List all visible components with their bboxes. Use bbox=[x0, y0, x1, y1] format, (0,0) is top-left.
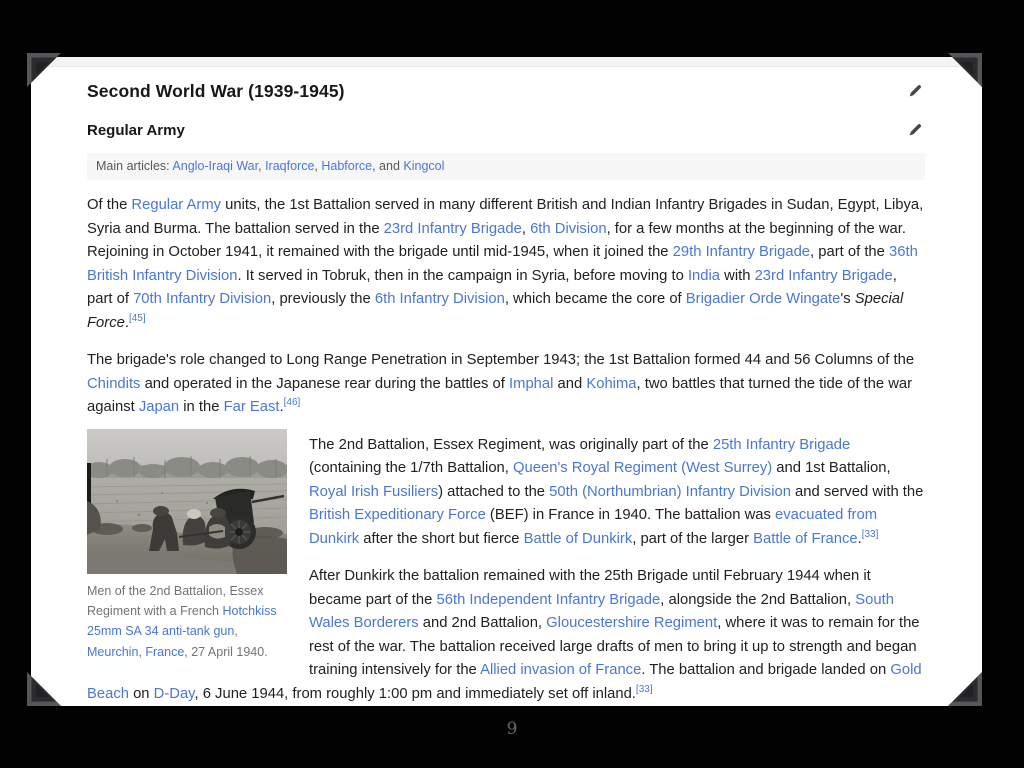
reference-marker: [33] bbox=[862, 529, 879, 540]
text-run: , bbox=[234, 624, 237, 638]
article-link[interactable]: 23rd Infantry Brigade bbox=[755, 268, 893, 284]
subsection-heading-row: Regular Army bbox=[87, 121, 925, 140]
article-link[interactable]: Habforce bbox=[321, 159, 372, 173]
article-link[interactable]: Allied invasion of France bbox=[480, 662, 641, 678]
text-run: , which became the core of bbox=[505, 291, 686, 307]
article-link[interactable]: France bbox=[145, 645, 184, 659]
section-title: Second World War (1939-1945) bbox=[87, 80, 345, 102]
article-link[interactable]: Imphal bbox=[509, 376, 553, 392]
text-run: and operated in the Japanese rear during… bbox=[140, 376, 509, 392]
page-number: 9 bbox=[0, 719, 1024, 739]
text-run: and 2nd Battalion, bbox=[419, 615, 547, 631]
text-run: (BEF) in France in 1940. The battalion w… bbox=[486, 507, 775, 523]
text-run: , part of the bbox=[810, 244, 889, 260]
text-run: Main articles: bbox=[96, 159, 172, 173]
article-link[interactable]: Kingcol bbox=[403, 159, 444, 173]
photo-corner-bracket-top-right bbox=[948, 53, 982, 87]
text-run: 's bbox=[840, 291, 854, 307]
article-link[interactable]: Queen's Royal Regiment (West Surrey) bbox=[513, 460, 772, 476]
text-run: after the short but fierce bbox=[359, 531, 524, 547]
pencil-icon bbox=[908, 121, 924, 140]
article-link[interactable]: 70th Infantry Division bbox=[133, 291, 271, 307]
reference-marker: [45] bbox=[129, 313, 146, 324]
article-link[interactable]: British Expeditionary Force bbox=[309, 507, 486, 523]
text-run: The 2nd Battalion, Essex Regiment, was o… bbox=[309, 437, 713, 453]
article-link[interactable]: D-Day bbox=[154, 686, 195, 702]
text-run: ) attached to the bbox=[438, 484, 549, 500]
edit-section-button[interactable] bbox=[907, 82, 925, 100]
text-run: and bbox=[553, 376, 586, 392]
text-run: with bbox=[720, 268, 755, 284]
article-link[interactable]: Japan bbox=[139, 399, 179, 415]
article-link[interactable]: 25th Infantry Brigade bbox=[713, 437, 850, 453]
paragraph-chindits: The brigade's role changed to Long Range… bbox=[87, 349, 925, 420]
article-link[interactable]: Royal Irish Fusiliers bbox=[309, 484, 438, 500]
text-run: , and bbox=[372, 159, 403, 173]
article-link[interactable]: Iraqforce bbox=[265, 159, 314, 173]
article-link[interactable]: Meurchin bbox=[87, 645, 138, 659]
reference-link[interactable]: [33] bbox=[636, 684, 653, 695]
reference-link[interactable]: [45] bbox=[129, 313, 146, 324]
paragraph-regular-army-1: Of the Regular Army units, the 1st Batta… bbox=[87, 194, 925, 335]
photo-corner-bracket-top-left bbox=[27, 53, 61, 87]
thumbnail-caption: Men of the 2nd Battalion, Essex Regiment… bbox=[87, 581, 287, 663]
article-thumbnail: Men of the 2nd Battalion, Essex Regiment… bbox=[87, 429, 287, 663]
text-run: and 1st Battalion, bbox=[772, 460, 890, 476]
photo-corner-bracket-bottom-right bbox=[948, 672, 982, 706]
article-link[interactable]: Brigadier Orde Wingate bbox=[686, 291, 841, 307]
text-run: , part of the larger bbox=[632, 531, 753, 547]
photo-corner-bracket-bottom-left bbox=[27, 672, 61, 706]
thumbnail-photo[interactable] bbox=[87, 429, 287, 574]
page-top-edge bbox=[31, 57, 982, 67]
edit-subsection-button[interactable] bbox=[907, 122, 925, 140]
reference-link[interactable]: [33] bbox=[862, 529, 879, 540]
text-run: and served with the bbox=[791, 484, 923, 500]
text-run: Of the bbox=[87, 197, 131, 213]
article-link[interactable]: 50th (Northumbrian) Infantry Division bbox=[549, 484, 791, 500]
article-link[interactable]: India bbox=[688, 268, 720, 284]
article-link[interactable]: Battle of France bbox=[753, 531, 857, 547]
text-run: , 27 April 1940. bbox=[184, 645, 267, 659]
article-link[interactable]: Kohima bbox=[586, 376, 636, 392]
article-link[interactable]: 56th Independent Infantry Brigade bbox=[437, 592, 661, 608]
article-link[interactable]: 6th Infantry Division bbox=[375, 291, 505, 307]
article-link[interactable]: 23rd Infantry Brigade bbox=[384, 221, 522, 237]
article-link[interactable]: Chindits bbox=[87, 376, 140, 392]
reference-link[interactable]: [46] bbox=[284, 397, 301, 408]
article-link[interactable]: 29th Infantry Brigade bbox=[673, 244, 810, 260]
text-run: on bbox=[129, 686, 154, 702]
section-heading-row: Second World War (1939-1945) bbox=[87, 80, 925, 102]
article-link[interactable]: Gloucestershire Regiment bbox=[546, 615, 717, 631]
article-link[interactable]: Battle of Dunkirk bbox=[524, 531, 633, 547]
article-link[interactable]: Regular Army bbox=[131, 197, 221, 213]
article-page: Second World War (1939-1945) Regular Arm… bbox=[31, 57, 982, 706]
text-run: , bbox=[522, 221, 530, 237]
subsection-title: Regular Army bbox=[87, 121, 185, 140]
text-run: , previously the bbox=[271, 291, 375, 307]
text-run: . It served in Tobruk, then in the campa… bbox=[237, 268, 687, 284]
article-link[interactable]: 6th Division bbox=[530, 221, 606, 237]
article-link[interactable]: Far East bbox=[224, 399, 280, 415]
article-link[interactable]: Anglo-Iraqi War bbox=[172, 159, 258, 173]
hatnote: Main articles: Anglo-Iraqi War, Iraqforc… bbox=[87, 153, 925, 180]
text-run: in the bbox=[179, 399, 223, 415]
text-run: , 6 June 1944, from roughly 1:00 pm and … bbox=[195, 686, 636, 702]
article-content: Second World War (1939-1945) Regular Arm… bbox=[31, 80, 982, 706]
text-run: , alongside the 2nd Battalion, bbox=[660, 592, 855, 608]
text-run: The brigade's role changed to Long Range… bbox=[87, 352, 914, 368]
reference-marker: [33] bbox=[636, 684, 653, 695]
text-run: (containing the 1/7th Battalion, bbox=[309, 460, 513, 476]
text-run: . The battalion and brigade landed on bbox=[641, 662, 890, 678]
reference-marker: [46] bbox=[284, 397, 301, 408]
pencil-icon bbox=[908, 82, 924, 101]
